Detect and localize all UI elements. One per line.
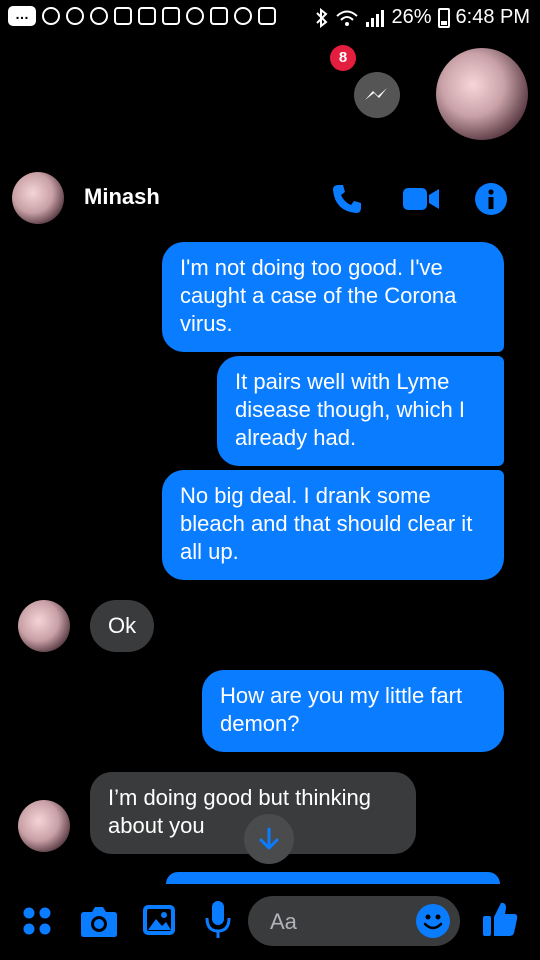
bluetooth-icon xyxy=(316,7,328,28)
sender-avatar[interactable] xyxy=(18,800,70,852)
email-icon xyxy=(138,7,156,25)
email-icon xyxy=(162,7,180,25)
chat-head-avatar[interactable] xyxy=(436,48,528,140)
link-icon xyxy=(234,7,252,25)
message-bubble-outgoing[interactable]: I'm not doing too good. I've caught a ca… xyxy=(162,242,504,352)
email-icon xyxy=(210,7,228,25)
message-bubble-incoming[interactable]: Ok xyxy=(90,600,154,652)
camera-icon[interactable] xyxy=(80,904,118,938)
snapchat-icon xyxy=(90,7,108,25)
message-bubble-outgoing[interactable]: No big deal. I drank some bleach and tha… xyxy=(162,470,504,580)
notification-icons: … xyxy=(8,6,276,26)
gallery-icon[interactable] xyxy=(142,904,176,936)
more-apps-icon[interactable] xyxy=(22,906,52,936)
message-input-placeholder: Aa xyxy=(270,909,297,934)
message-input[interactable]: Aa xyxy=(248,896,460,946)
contact-avatar[interactable] xyxy=(12,172,64,224)
sender-avatar[interactable] xyxy=(18,600,70,652)
more-notifications-icon: … xyxy=(8,6,36,26)
video-call-icon[interactable] xyxy=(402,182,440,216)
system-icons: 26% 6:48 PM xyxy=(315,6,530,29)
battery-percent: 26% xyxy=(391,6,432,28)
conversation-header: Minash xyxy=(0,166,540,228)
messenger-chat-head-icon[interactable] xyxy=(354,72,400,118)
emoji-icon[interactable] xyxy=(416,904,450,938)
arrow-down-icon xyxy=(259,827,279,850)
message-bubble-outgoing[interactable]: How are you my little fart demon? xyxy=(202,670,504,752)
snapchat-icon xyxy=(66,7,84,25)
image-icon xyxy=(258,7,276,25)
gmail-icon xyxy=(114,7,132,25)
signal-icon xyxy=(366,9,385,27)
spotify-icon xyxy=(42,7,60,25)
message-bubble-outgoing-partial xyxy=(166,872,500,884)
battery-icon xyxy=(437,7,450,28)
message-bubble-outgoing[interactable]: It pairs well with Lyme disease though, … xyxy=(217,356,504,466)
wifi-icon xyxy=(336,10,359,26)
contact-name[interactable]: Minash xyxy=(84,184,160,210)
status-bar: … 26% 6:48 PM xyxy=(0,0,540,36)
unread-badge: 8 xyxy=(330,45,356,71)
info-icon[interactable] xyxy=(474,182,508,216)
microphone-icon[interactable] xyxy=(204,900,232,940)
clock: 6:48 PM xyxy=(455,6,530,28)
message-composer: Aa xyxy=(0,884,540,960)
notification-icon xyxy=(186,7,204,25)
phone-call-icon[interactable] xyxy=(330,182,364,216)
scroll-to-bottom-button[interactable] xyxy=(244,814,294,864)
thumbs-up-icon[interactable] xyxy=(482,900,518,938)
